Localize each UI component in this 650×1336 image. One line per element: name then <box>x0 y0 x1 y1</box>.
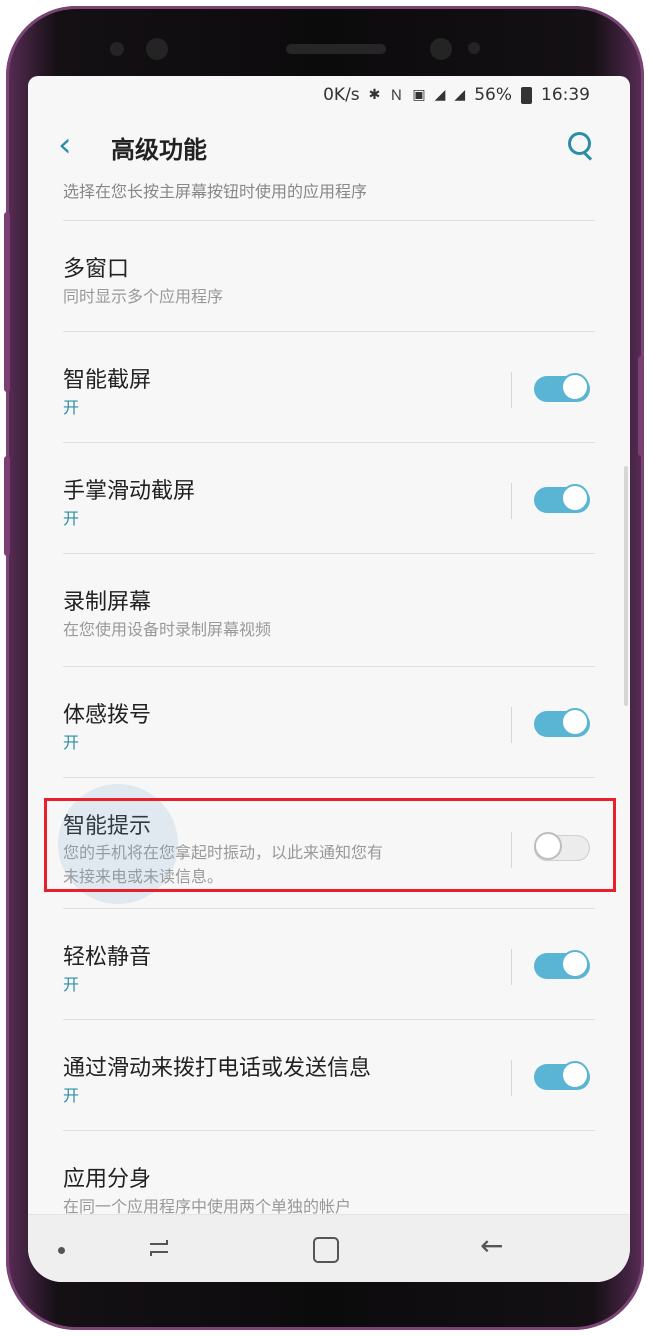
signal-icon: ◢ <box>454 87 466 103</box>
setting-swipe-to-call[interactable]: 通过滑动来拨打电话或发送信息 开 <box>28 1020 630 1131</box>
setting-title: 智能截屏 <box>63 368 152 393</box>
setting-easy-mute[interactable]: 轻松静音 开 <box>28 909 630 1020</box>
earpiece-speaker <box>286 44 386 54</box>
bluetooth-icon: ✱ <box>368 87 381 103</box>
vertical-separator <box>511 707 512 743</box>
chevron-left-icon[interactable]: ‹ <box>58 128 72 162</box>
clock: 16:39 <box>541 85 590 105</box>
sensor-icon <box>110 42 124 56</box>
power-button <box>638 356 644 456</box>
status-bar: 0K/s ✱ Ｎ ▣ ◢ ◢ 56% 16:39 <box>28 76 630 114</box>
vertical-separator <box>511 949 512 985</box>
net-speed: 0K/s <box>323 85 360 105</box>
setting-title: 轻松静音 <box>63 945 152 970</box>
setting-status: 开 <box>63 1086 80 1105</box>
proximity-sensor-icon <box>468 42 480 54</box>
setting-screen-record[interactable]: 录制屏幕 在您使用设备时录制屏幕视频 <box>28 554 630 667</box>
nfc-icon: Ｎ <box>389 88 404 104</box>
smart-capture-toggle[interactable] <box>534 373 590 405</box>
easy-mute-toggle[interactable] <box>534 950 590 982</box>
signal-icon: ◢ <box>434 87 446 103</box>
setting-status: 开 <box>63 975 80 994</box>
battery-icon <box>521 86 532 104</box>
setting-subtitle: 在您使用设备时录制屏幕视频 <box>63 620 272 639</box>
setting-smart-capture[interactable]: 智能截屏 开 <box>28 332 630 443</box>
setting-title: 录制屏幕 <box>63 590 152 615</box>
back-arrow-icon[interactable]: ← <box>480 1229 503 1262</box>
setting-status: 开 <box>63 733 80 752</box>
battery-percent: 56% <box>474 85 512 105</box>
home-icon[interactable] <box>313 1237 339 1263</box>
vertical-separator <box>511 372 512 408</box>
setting-status: 开 <box>63 509 80 528</box>
setting-direct-call[interactable]: 体感拨号 开 <box>28 667 630 778</box>
recent-apps-icon[interactable] <box>146 1235 172 1261</box>
highlight-box <box>44 798 616 892</box>
bixby-button <box>4 212 10 392</box>
setting-title: 手掌滑动截屏 <box>63 479 196 504</box>
setting-status: 开 <box>63 398 80 417</box>
cutoff-subtitle: 选择在您长按主屏幕按钮时使用的应用程序 <box>63 182 368 201</box>
setting-palm-swipe-capture[interactable]: 手掌滑动截屏 开 <box>28 443 630 554</box>
search-icon[interactable] <box>566 130 594 161</box>
setting-multi-window[interactable]: 多窗口 同时显示多个应用程序 <box>28 221 630 332</box>
direct-call-toggle[interactable] <box>534 708 590 740</box>
app-header: ‹ 高级功能 <box>28 114 630 184</box>
vertical-separator <box>511 483 512 519</box>
swipe-to-call-toggle[interactable] <box>534 1061 590 1093</box>
setting-title: 通过滑动来拨打电话或发送信息 <box>63 1056 372 1081</box>
page-title: 高级功能 <box>111 136 207 164</box>
front-camera-icon <box>430 38 452 60</box>
volume-button <box>4 456 10 556</box>
setting-title: 应用分身 <box>63 1167 152 1192</box>
vibrate-icon: ▣ <box>412 87 426 103</box>
scrollbar[interactable] <box>624 466 628 706</box>
screen: 0K/s ✱ Ｎ ▣ ◢ ◢ 56% 16:39 ‹ 高级功能 选择在您长按主屏… <box>28 76 630 1282</box>
iris-scanner-icon <box>146 38 168 60</box>
vertical-separator <box>511 1060 512 1096</box>
dot-icon[interactable] <box>58 1247 65 1254</box>
setting-subtitle: 同时显示多个应用程序 <box>63 287 224 306</box>
setting-dual-messenger[interactable]: 应用分身 在同一个应用程序中使用两个单独的帐户 <box>28 1131 630 1216</box>
setting-title: 体感拨号 <box>63 703 152 728</box>
phone-frame: 0K/s ✱ Ｎ ▣ ◢ ◢ 56% 16:39 ‹ 高级功能 选择在您长按主屏… <box>4 6 644 1330</box>
navigation-bar: ← <box>28 1214 630 1282</box>
palm-swipe-toggle[interactable] <box>534 484 590 516</box>
setting-title: 多窗口 <box>63 257 130 282</box>
